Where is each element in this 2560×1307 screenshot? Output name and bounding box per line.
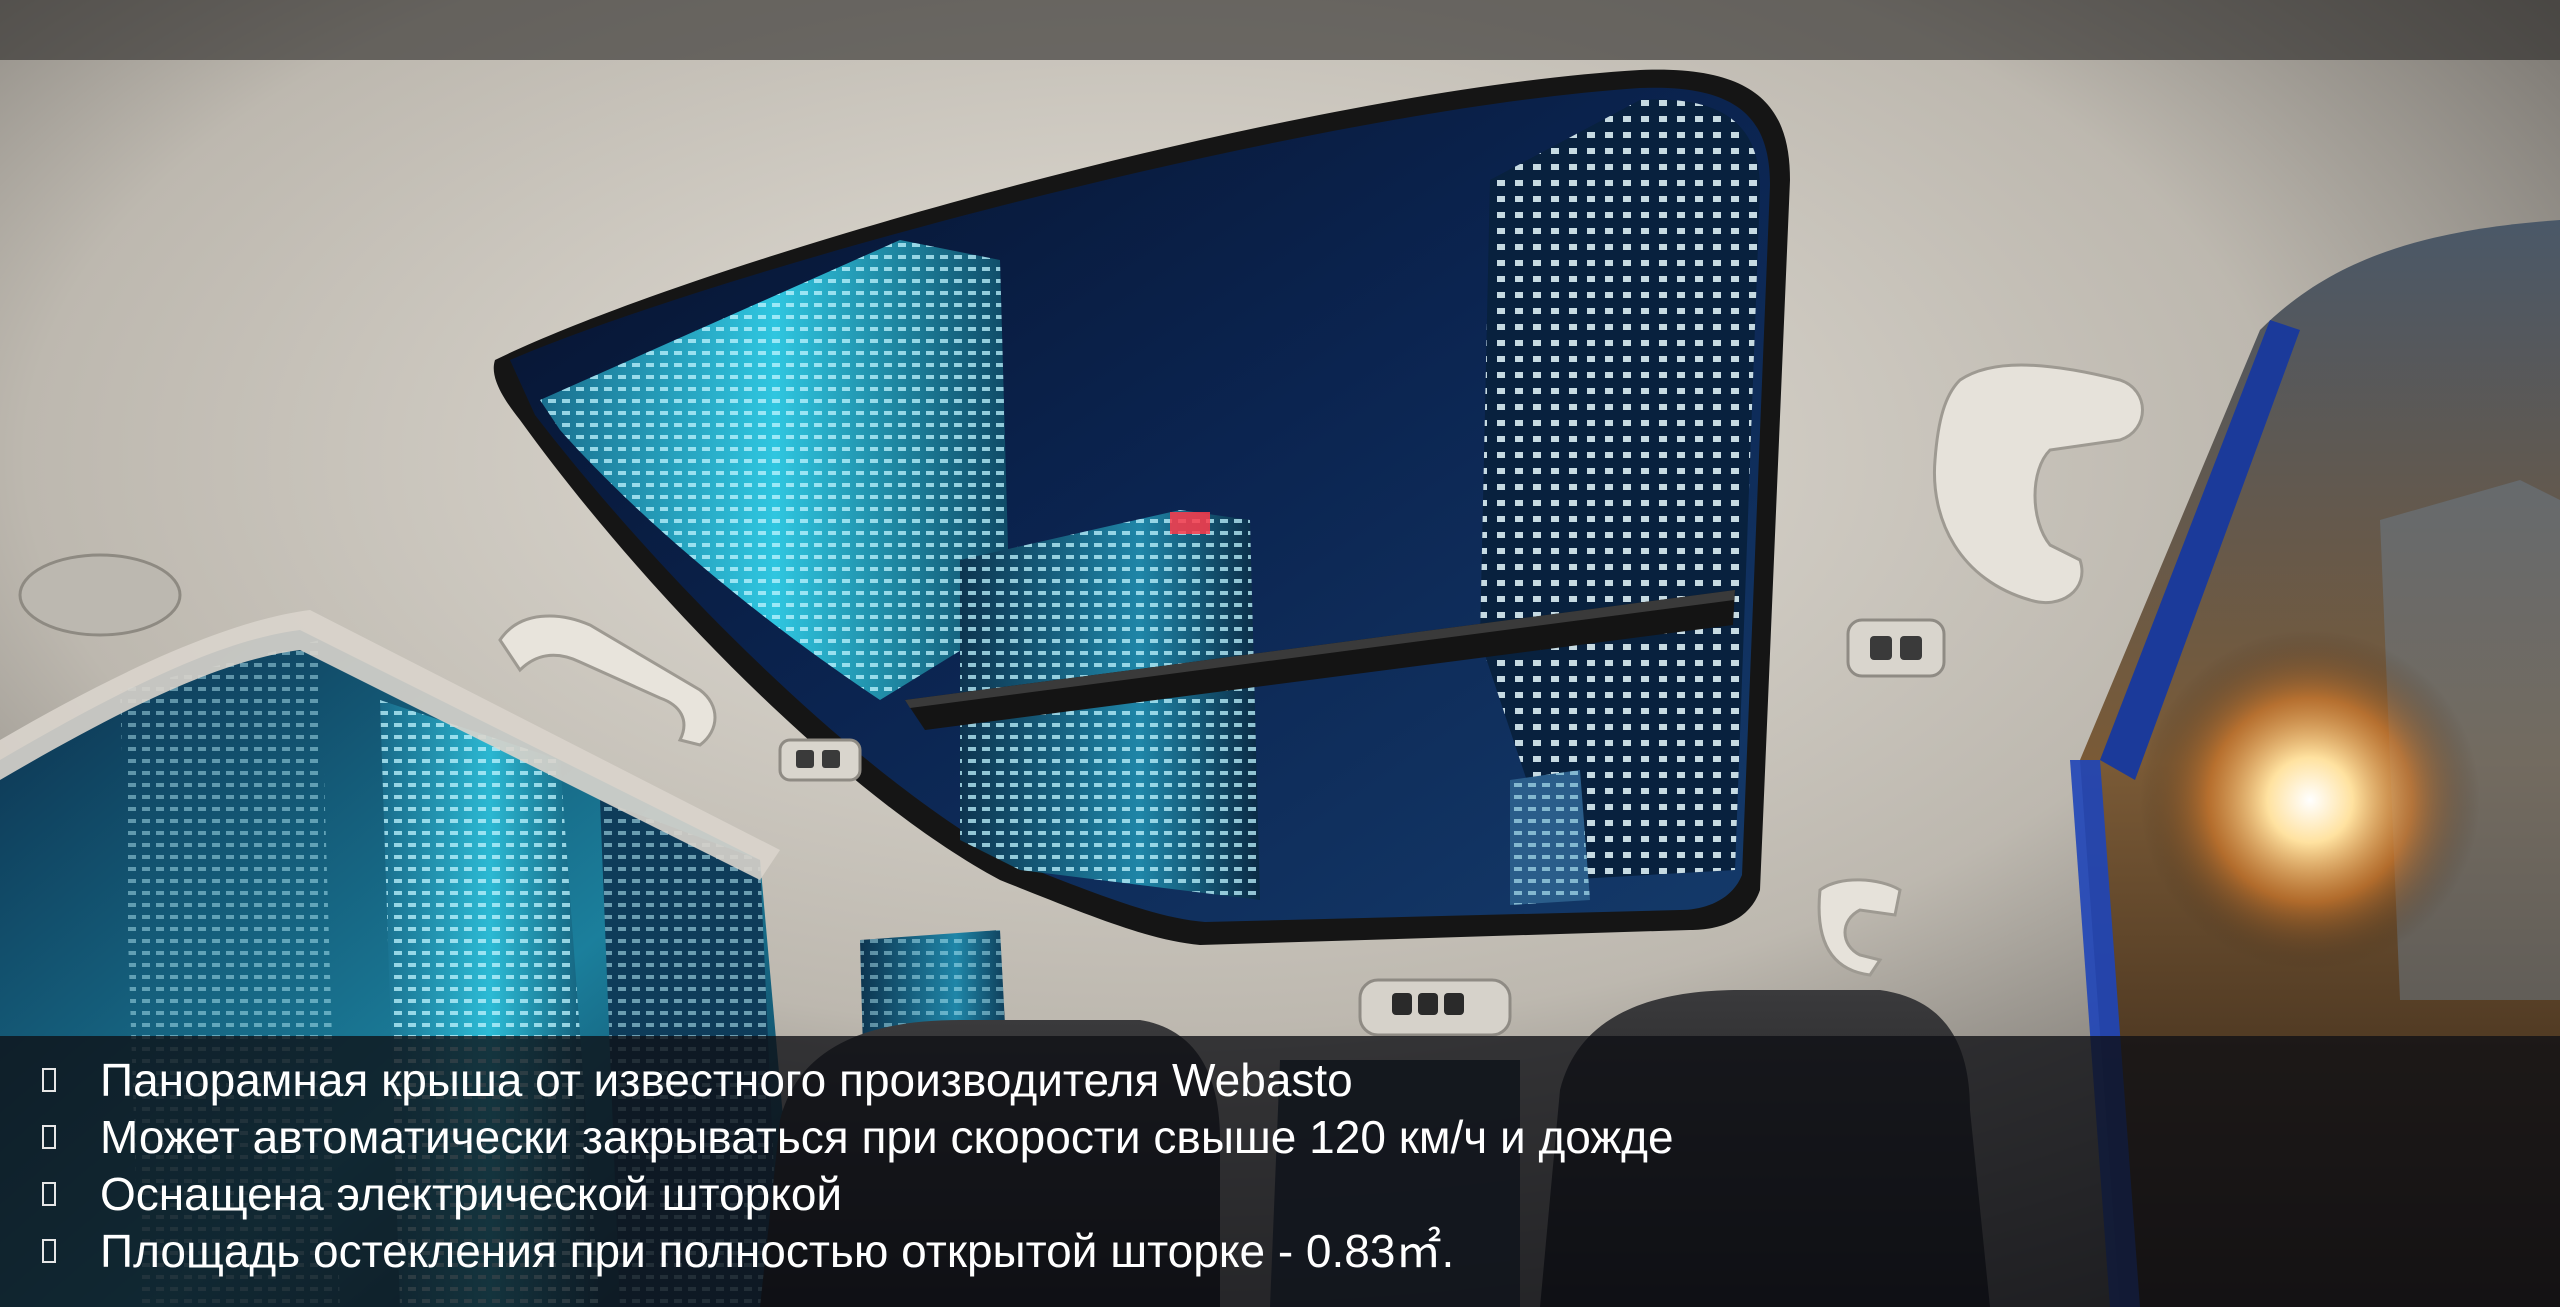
slide: Панорамная крыша от известного производи… xyxy=(0,0,2560,1307)
feature-text: Панорамная крыша от известного производи… xyxy=(100,1054,1353,1106)
square-bullet-icon xyxy=(42,1239,56,1263)
feature-bullet-list: Панорамная крыша от известного производи… xyxy=(36,1052,1674,1280)
feature-text: Оснащена электрической шторкой xyxy=(100,1168,843,1220)
feature-text: Может автоматически закрываться при скор… xyxy=(100,1111,1674,1163)
feature-text: Площадь остекления при полностью открыто… xyxy=(100,1225,1455,1277)
square-bullet-icon xyxy=(42,1182,56,1206)
feature-bullet: Оснащена электрической шторкой xyxy=(36,1166,1674,1223)
square-bullet-icon xyxy=(42,1068,56,1092)
feature-bullet: Может автоматически закрываться при скор… xyxy=(36,1109,1674,1166)
feature-bullet: Панорамная крыша от известного производи… xyxy=(36,1052,1674,1109)
square-bullet-icon xyxy=(42,1125,56,1149)
feature-bullet: Площадь остекления при полностью открыто… xyxy=(36,1223,1674,1280)
